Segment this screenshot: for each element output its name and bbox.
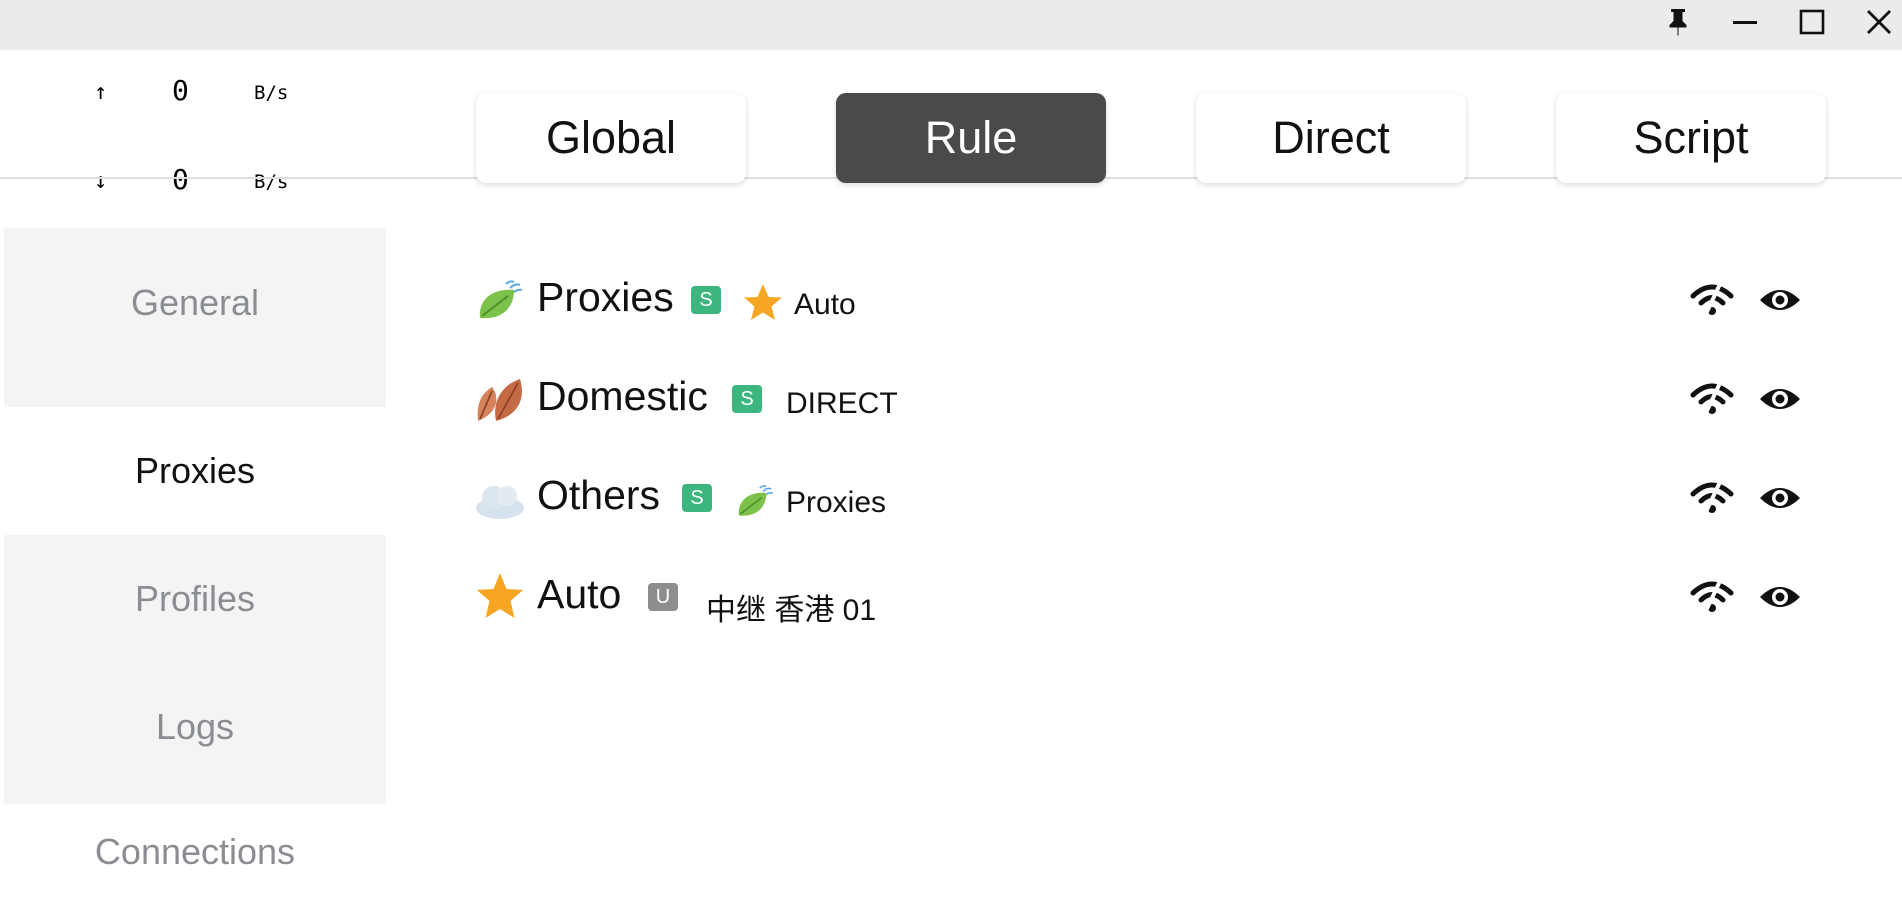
sidebar-item-label: Profiles [134, 578, 256, 619]
title-bar [0, 0, 1902, 50]
sidebar: ↑ 0 B/s ↓ 0 B/s General Proxies Profiles… [4, 50, 386, 872]
mode-rule-button[interactable]: Rule [836, 93, 1106, 183]
mode-script-button[interactable]: Script [1556, 93, 1826, 183]
proxy-group-others[interactable]: Others S Proxies [474, 460, 1824, 530]
close-button[interactable] [1851, 0, 1902, 44]
mode-label: Script [1633, 112, 1749, 163]
sidebar-item-label: Logs [155, 706, 235, 747]
download-speed: ↓ 0 B/s [4, 161, 386, 201]
proxy-group-proxies[interactable]: Proxies S Auto [474, 262, 1824, 332]
maximize-button[interactable] [1784, 0, 1840, 44]
sidebar-item-proxies[interactable]: Proxies [4, 407, 386, 535]
mode-label: Direct [1272, 112, 1390, 163]
traffic-monitor: ↑ 0 B/s ↓ 0 B/s [4, 50, 386, 228]
leaf-fluttering-icon [479, 280, 523, 319]
fallen-leaves-icon [477, 379, 522, 421]
group-selected-proxy: Proxies [786, 486, 887, 519]
upload-unit: B/s [254, 82, 289, 104]
sidebar-item-label: Proxies [134, 450, 256, 491]
upload-value: 0 [172, 74, 189, 107]
mode-direct-button[interactable]: Direct [1196, 93, 1466, 183]
download-arrow-icon: ↓ [94, 169, 108, 194]
group-name: Proxies [537, 274, 674, 320]
eye-icon[interactable] [1758, 478, 1802, 518]
mode-label: Global [545, 112, 677, 163]
sidebar-item-profiles[interactable]: Profiles [4, 535, 386, 663]
eye-icon[interactable] [1758, 577, 1802, 617]
close-icon [1867, 10, 1891, 34]
pin-button[interactable] [1650, 0, 1706, 44]
sidebar-item-connections[interactable]: Connections [4, 791, 386, 919]
star-icon [477, 573, 523, 618]
download-unit: B/s [254, 171, 289, 193]
eye-icon[interactable] [1758, 379, 1802, 419]
sidebar-item-general[interactable]: General [4, 228, 386, 407]
group-name: Domestic [537, 373, 708, 419]
latency-test-icon[interactable] [1690, 478, 1734, 518]
group-selected-proxy: 中继 香港 01 [706, 594, 877, 627]
group-name: Auto [537, 571, 622, 617]
pin-icon [1669, 9, 1687, 36]
star-icon [744, 284, 782, 320]
group-selected-proxy: Auto [794, 288, 856, 321]
upload-speed: ↑ 0 B/s [4, 72, 386, 112]
group-type-badge: U [648, 583, 678, 611]
minimize-icon [1733, 21, 1757, 24]
upload-arrow-icon: ↑ [94, 80, 108, 105]
proxy-group-domestic[interactable]: Domestic S DIRECT [474, 361, 1824, 431]
eye-icon[interactable] [1758, 280, 1802, 320]
latency-test-icon[interactable] [1690, 577, 1734, 617]
group-type-badge: S [732, 385, 762, 413]
group-name: Others [537, 472, 661, 518]
maximize-icon [1799, 9, 1825, 35]
minimize-button[interactable] [1717, 0, 1773, 44]
sidebar-item-logs[interactable]: Logs [4, 663, 386, 791]
latency-test-icon[interactable] [1690, 280, 1734, 320]
group-selected-proxy: DIRECT [786, 387, 898, 420]
sidebar-item-label: Connections [94, 831, 296, 872]
leaf-fluttering-icon [738, 485, 773, 516]
group-type-badge: S [682, 484, 712, 512]
sidebar-item-label: General [130, 281, 260, 323]
cloud-icon [476, 486, 524, 519]
download-value: 0 [172, 163, 189, 196]
proxy-group-auto[interactable]: Auto U 中继 香港 01 [474, 559, 1824, 629]
group-type-badge: S [691, 286, 721, 314]
mode-global-button[interactable]: Global [476, 93, 746, 183]
latency-test-icon[interactable] [1690, 379, 1734, 419]
mode-label: Rule [924, 112, 1018, 163]
